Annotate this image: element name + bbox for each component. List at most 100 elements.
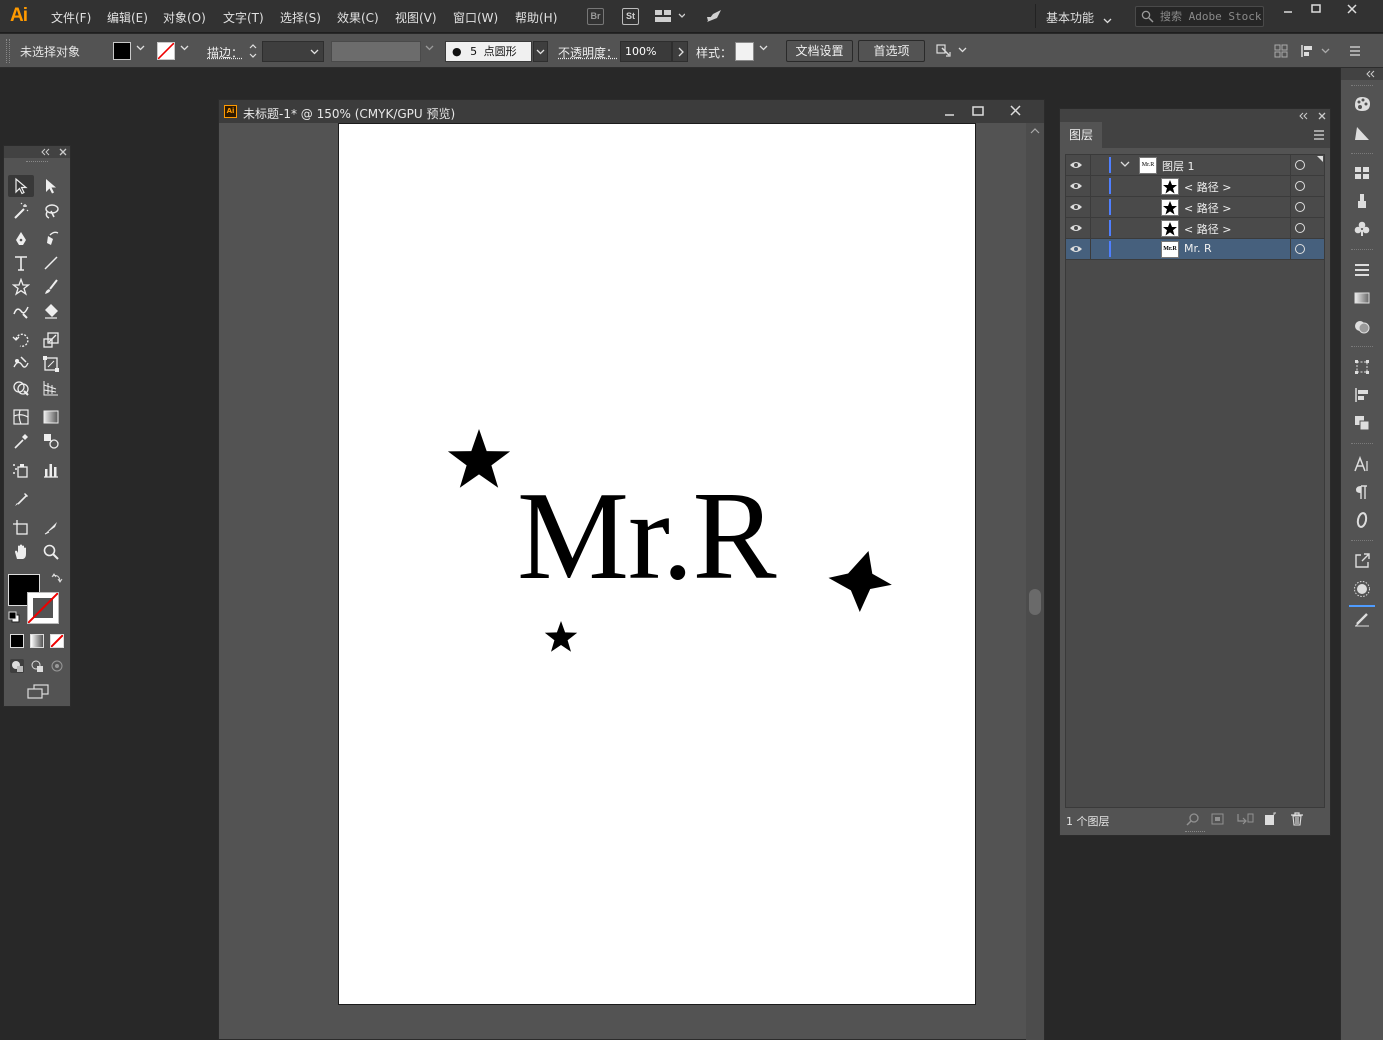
- document-titlebar[interactable]: Ai 未标题-1* @ 150% (CMYK/GPU 预览): [219, 100, 1044, 123]
- gpu-performance-icon[interactable]: [705, 8, 723, 27]
- new-layer-icon[interactable]: [1263, 812, 1277, 826]
- draw-normal-icon[interactable]: [9, 658, 25, 677]
- puppet-warp-tool-icon[interactable]: [8, 353, 34, 375]
- tools-grip[interactable]: [26, 161, 48, 164]
- artwork-text-mr-r[interactable]: Mr.R: [517, 474, 776, 600]
- eraser-tool-icon[interactable]: [38, 300, 64, 322]
- swap-colors-icon[interactable]: [51, 572, 63, 587]
- clipping-mask-icon[interactable]: [1211, 812, 1225, 826]
- bridge-button[interactable]: Br: [587, 8, 604, 25]
- menu-effect[interactable]: 效果(C): [337, 9, 379, 26]
- preferences-button[interactable]: 首选项: [858, 40, 925, 62]
- arrange-grid-icon[interactable]: [1274, 44, 1288, 61]
- screen-mode-icon[interactable]: [26, 684, 50, 703]
- opacity-slider-button[interactable]: [672, 41, 688, 62]
- delete-layer-icon[interactable]: [1290, 812, 1304, 826]
- layers-panel-icon[interactable]: [1352, 608, 1372, 628]
- transform-panel-icon[interactable]: [1352, 357, 1372, 377]
- opentype-panel-icon[interactable]: [1352, 510, 1372, 530]
- stroke-label[interactable]: 描边：: [207, 44, 243, 61]
- stroke-panel-icon[interactable]: [1352, 260, 1372, 280]
- panel-menu-icon[interactable]: [1313, 130, 1325, 140]
- swatches-panel-icon[interactable]: [1352, 163, 1372, 183]
- dock-grip[interactable]: [1351, 443, 1373, 446]
- locate-object-icon[interactable]: [1186, 812, 1200, 826]
- layer-name[interactable]: < 路径 >: [1184, 200, 1231, 216]
- dock-grip[interactable]: [1351, 540, 1373, 543]
- vertical-scrollbar[interactable]: [1026, 123, 1044, 1040]
- maximize-app-button[interactable]: [1302, 2, 1330, 20]
- dock-grip[interactable]: [1351, 346, 1373, 349]
- select-similar-icon[interactable]: [936, 43, 968, 62]
- style-dropdown-icon[interactable]: [759, 43, 768, 56]
- gradient-tool-icon[interactable]: [38, 406, 64, 428]
- stroke-color-box[interactable]: [27, 592, 59, 624]
- artboard-tool-icon[interactable]: [8, 488, 34, 510]
- chevron-down-icon[interactable]: [1103, 13, 1112, 27]
- tab-layers[interactable]: 图层: [1060, 122, 1102, 148]
- layer-name[interactable]: < 路径 >: [1184, 221, 1231, 237]
- type-tool-icon[interactable]: [8, 252, 34, 274]
- selection-tool-icon[interactable]: [8, 175, 34, 197]
- character-panel-icon[interactable]: [1352, 454, 1372, 474]
- rotate-tool-icon[interactable]: [8, 329, 34, 351]
- draw-behind-icon[interactable]: [29, 658, 45, 677]
- lasso-tool-icon[interactable]: [38, 200, 64, 222]
- variable-width-profile[interactable]: [331, 41, 421, 62]
- gradient-mode-button[interactable]: [30, 634, 44, 648]
- perspective-grid-tool-icon[interactable]: [38, 377, 64, 399]
- color-panel-icon[interactable]: [1352, 94, 1372, 114]
- menu-file[interactable]: 文件(F): [51, 9, 91, 26]
- paragraph-panel-icon[interactable]: [1352, 482, 1372, 502]
- minimize-app-button[interactable]: [1274, 2, 1302, 20]
- artboard-tool-alt-icon[interactable]: [8, 517, 34, 539]
- pen-tool-icon[interactable]: [8, 228, 34, 250]
- workspace-switcher[interactable]: 基本功能: [1046, 9, 1094, 26]
- dock-header[interactable]: [1341, 68, 1383, 80]
- layer-name[interactable]: Mr. R: [1184, 242, 1212, 255]
- target-circle-icon[interactable]: [1295, 160, 1305, 170]
- dock-grip[interactable]: [1351, 85, 1373, 88]
- arrange-documents-icon[interactable]: [655, 9, 685, 26]
- gradient-panel-icon[interactable]: [1352, 288, 1372, 308]
- stroke-dropdown-icon[interactable]: [180, 43, 189, 56]
- layer-name[interactable]: 图层 1: [1162, 158, 1195, 174]
- menu-view[interactable]: 视图(V): [395, 9, 437, 26]
- maximize-document-icon[interactable]: [971, 104, 985, 121]
- menu-type[interactable]: 文字(T): [223, 9, 264, 26]
- close-app-button[interactable]: [1338, 2, 1366, 20]
- fill-swatch[interactable]: [113, 42, 131, 60]
- fill-dropdown-icon[interactable]: [136, 43, 145, 56]
- new-sublayer-icon[interactable]: [1236, 812, 1254, 826]
- target-circle-icon[interactable]: [1295, 202, 1305, 212]
- mesh-tool-icon[interactable]: [8, 406, 34, 428]
- panel-menu-icon[interactable]: [1349, 45, 1361, 60]
- pathfinder-panel-icon[interactable]: [1352, 413, 1372, 433]
- draw-inside-icon[interactable]: [49, 658, 65, 677]
- artboard[interactable]: Mr.R: [338, 123, 976, 1005]
- hand-tool-icon[interactable]: [8, 541, 34, 563]
- star-tool-icon[interactable]: [8, 276, 34, 298]
- color-mode-button[interactable]: [10, 634, 24, 648]
- dock-grip[interactable]: [1351, 249, 1373, 252]
- align-panel-icon[interactable]: [1352, 385, 1372, 405]
- shaper-tool-icon[interactable]: [8, 300, 34, 322]
- scale-tool-icon[interactable]: [38, 329, 64, 351]
- profile-dropdown-icon[interactable]: [425, 43, 434, 56]
- chevron-down-icon[interactable]: [1120, 161, 1130, 169]
- free-transform-tool-icon[interactable]: [38, 353, 64, 375]
- layer-row-path[interactable]: < 路径 >: [1066, 197, 1324, 218]
- color-guide-panel-icon[interactable]: [1352, 123, 1372, 143]
- tools-panel-header[interactable]: [4, 146, 70, 158]
- stroke-swatch[interactable]: [157, 42, 175, 60]
- target-circle-icon[interactable]: [1295, 181, 1305, 191]
- eyedropper-tool-icon[interactable]: [8, 430, 34, 452]
- export-assets-panel-icon[interactable]: [1352, 551, 1372, 571]
- menu-help[interactable]: 帮助(H): [515, 9, 557, 26]
- graphic-style-swatch[interactable]: [735, 42, 754, 61]
- layer-row-path[interactable]: < 路径 >: [1066, 218, 1324, 239]
- magic-wand-tool-icon[interactable]: [8, 200, 34, 222]
- layer-row-layer-1[interactable]: Mr.R 图层 1: [1066, 155, 1324, 176]
- shape-builder-tool-icon[interactable]: [8, 377, 34, 399]
- grip-handle[interactable]: [6, 39, 10, 63]
